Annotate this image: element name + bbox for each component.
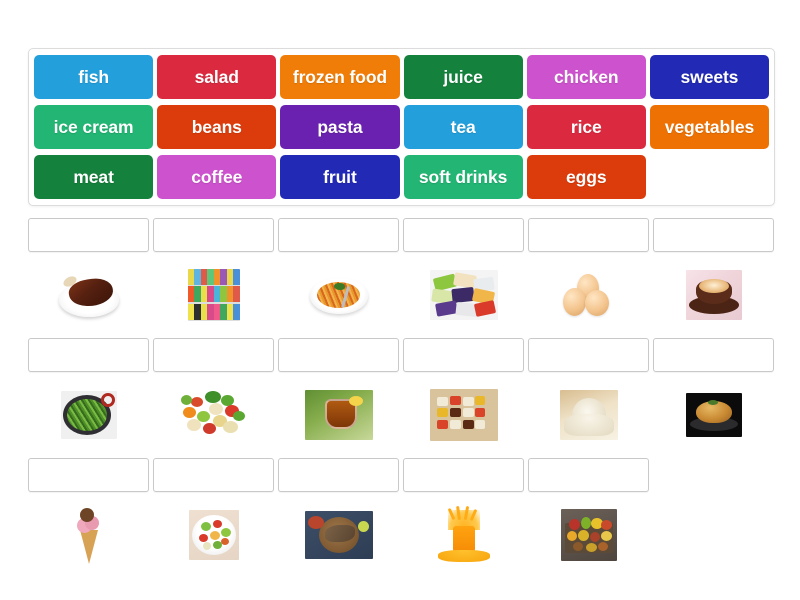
dropzone-rice[interactable] [528, 338, 649, 372]
thumb-wrap [28, 261, 149, 329]
thumb-wrap [153, 381, 274, 449]
thumb-wrap [653, 261, 774, 329]
word-tile-ice-cream[interactable]: ice cream [34, 105, 154, 149]
dropzone-vegetables[interactable] [153, 338, 274, 372]
fish-platter-image [304, 511, 373, 559]
ice-cream-cone-image [70, 504, 107, 566]
word-tile-fish[interactable]: fish [34, 55, 154, 99]
dropzone-meat[interactable] [28, 218, 149, 252]
soft-drink-bottles-image [187, 269, 240, 321]
answer-cell-empty [653, 458, 774, 569]
thumb-wrap [403, 381, 524, 449]
word-tile-fruit[interactable]: fruit [280, 155, 400, 199]
thumb-wrap [528, 381, 649, 449]
thumb-wrap [528, 261, 649, 329]
mixed-vegetables-image [178, 389, 249, 441]
word-bank-row: fish salad frozen food juice chicken swe… [34, 55, 770, 99]
word-tile-sweets[interactable]: sweets [649, 55, 770, 99]
roast-chicken-image [685, 393, 742, 437]
match-up-activity: fish salad frozen food juice chicken swe… [0, 0, 800, 600]
word-tile-soft-drinks[interactable]: soft drinks [403, 155, 523, 199]
answer-cell [653, 218, 774, 329]
word-tile-placeholder [650, 155, 769, 199]
thumb-wrap [153, 501, 274, 569]
dropzone-salad[interactable] [153, 458, 274, 492]
coffee-cup-image [685, 270, 742, 320]
answer-cell [278, 218, 399, 329]
answer-cell [403, 338, 524, 449]
answer-cell [28, 338, 149, 449]
thumb-wrap [653, 381, 774, 449]
answer-cell [28, 218, 149, 329]
word-tile-rice[interactable]: rice [526, 105, 646, 149]
dropzone-fruit[interactable] [528, 458, 649, 492]
thumb-wrap [403, 501, 524, 569]
thumb-wrap [278, 381, 399, 449]
dropzone-frozen-food[interactable] [403, 218, 524, 252]
word-tile-frozen-food[interactable]: frozen food [280, 55, 400, 99]
answer-row [28, 338, 775, 449]
answer-row [28, 458, 775, 569]
food-tray-image [429, 389, 498, 441]
eggs-image [558, 272, 619, 318]
dropzone-pasta[interactable] [278, 218, 399, 252]
thumb-wrap [403, 261, 524, 329]
frozen-food-packets-image [429, 270, 498, 320]
dropzone-green-beans[interactable] [28, 338, 149, 372]
answer-cell [528, 458, 649, 569]
answer-area [28, 218, 775, 578]
answer-cell [403, 458, 524, 569]
thumb-wrap [278, 261, 399, 329]
meat-on-plate-image [52, 267, 125, 323]
word-tile-eggs[interactable]: eggs [526, 155, 646, 199]
answer-cell [153, 218, 274, 329]
word-tile-chicken[interactable]: chicken [526, 55, 646, 99]
rice-scoop-image [559, 390, 618, 440]
dropzone-eggs[interactable] [528, 218, 649, 252]
word-tile-salad[interactable]: salad [157, 55, 277, 99]
dropzone-fish[interactable] [278, 458, 399, 492]
word-tile-beans[interactable]: beans [157, 105, 277, 149]
dropzone-soft-drinks[interactable] [153, 218, 274, 252]
answer-cell [278, 338, 399, 449]
word-bank-row: meat coffee fruit soft drinks eggs [34, 155, 769, 199]
dropzone-tea[interactable] [278, 338, 399, 372]
answer-cell [653, 338, 774, 449]
thumb-wrap [28, 381, 149, 449]
answer-cell [403, 218, 524, 329]
salad-bowl-image [188, 510, 239, 560]
fruit-crate-image [560, 509, 617, 561]
orange-juice-image [435, 506, 492, 564]
answer-row [28, 218, 775, 329]
answer-cell [153, 458, 274, 569]
pasta-plate-image [307, 270, 370, 320]
word-bank-row: ice cream beans pasta tea rice vegetable… [34, 105, 770, 149]
thumb-wrap [653, 467, 774, 535]
word-tile-coffee[interactable]: coffee [157, 155, 277, 199]
green-beans-pan-image [60, 391, 117, 439]
thumb-wrap [278, 501, 399, 569]
word-tile-tea[interactable]: tea [403, 105, 523, 149]
answer-cell [28, 458, 149, 569]
thumb-wrap [528, 501, 649, 569]
thumb-wrap [153, 261, 274, 329]
dropzone-coffee[interactable] [653, 218, 774, 252]
dropzone-ice-cream[interactable] [28, 458, 149, 492]
answer-cell [278, 458, 399, 569]
word-bank-panel: fish salad frozen food juice chicken swe… [28, 48, 775, 206]
word-tile-vegetables[interactable]: vegetables [649, 105, 770, 149]
answer-cell [528, 338, 649, 449]
word-tile-meat[interactable]: meat [34, 155, 154, 199]
word-tile-pasta[interactable]: pasta [280, 105, 400, 149]
dropzone-juice[interactable] [403, 458, 524, 492]
answer-cell [528, 218, 649, 329]
tea-glass-image [304, 390, 373, 440]
answer-cell [153, 338, 274, 449]
dropzone-food-tray[interactable] [403, 338, 524, 372]
dropzone-chicken[interactable] [653, 338, 774, 372]
thumb-wrap [28, 501, 149, 569]
word-tile-juice[interactable]: juice [403, 55, 523, 99]
